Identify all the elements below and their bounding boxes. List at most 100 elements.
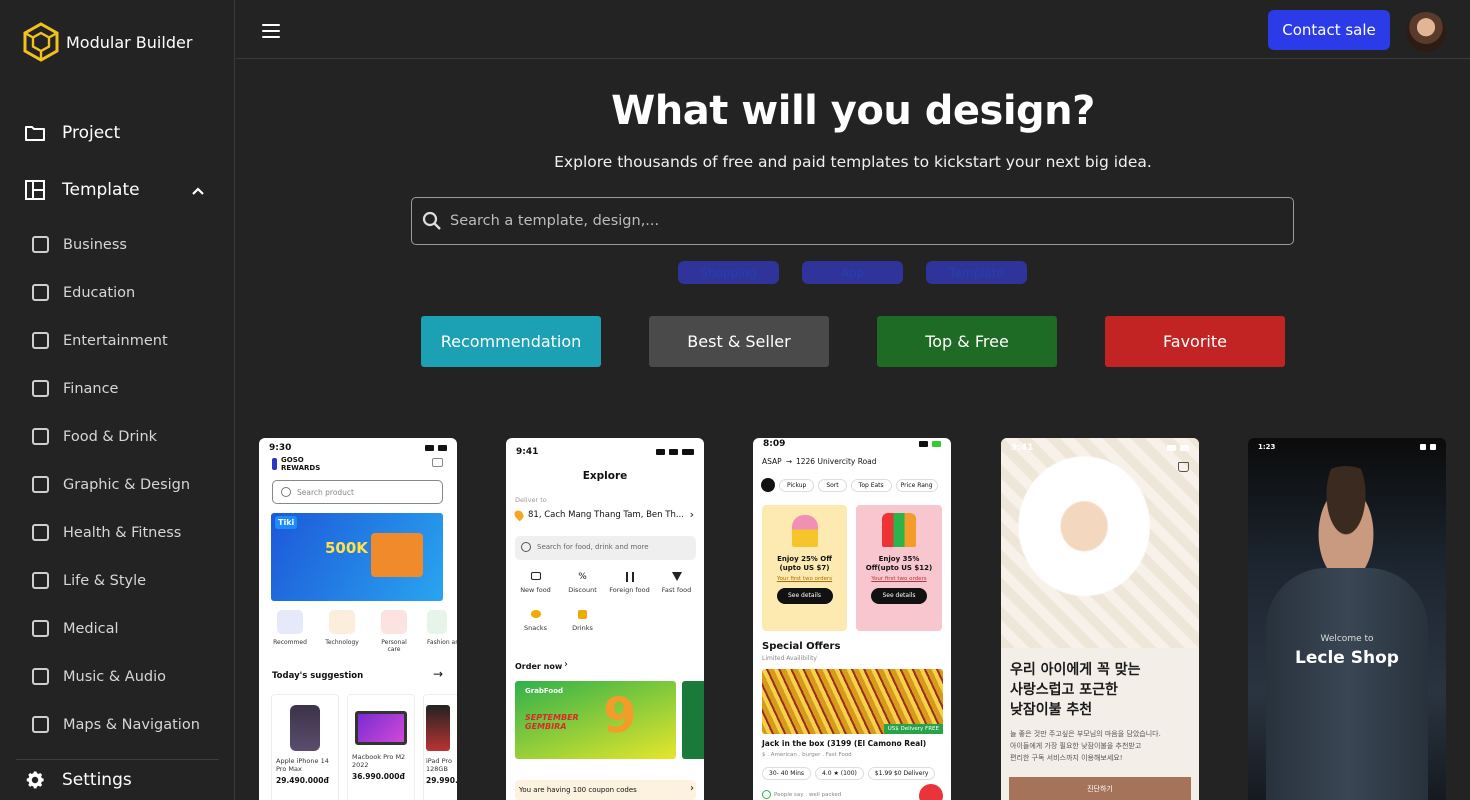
sidebar-item-template[interactable]: Template bbox=[24, 179, 140, 201]
category-graphic-design[interactable]: Graphic & Design bbox=[32, 476, 190, 493]
category-item[interactable]: New food bbox=[512, 572, 559, 594]
category-entertainment[interactable]: Entertainment bbox=[32, 332, 168, 349]
sidebar-item-settings[interactable]: Settings bbox=[24, 769, 132, 791]
diagnose-button[interactable]: 진단하기 bbox=[1009, 777, 1191, 800]
template-card-blanket[interactable]: 9:41 우리 아이에게 꼭 맞는 사랑스럽고 포근한 낮잠이불 추천 늘 좋은… bbox=[1001, 438, 1199, 800]
promo-banner[interactable]: GrabFood SEPTEMBER GEMBIRA 9 bbox=[515, 681, 676, 759]
checkbox[interactable] bbox=[32, 380, 49, 397]
chevron-right-icon[interactable]: › bbox=[564, 659, 568, 670]
category-label: Technology bbox=[325, 639, 359, 646]
category-music-audio[interactable]: Music & Audio bbox=[32, 668, 166, 685]
promo-banner[interactable]: Tiki 500K bbox=[271, 513, 443, 601]
product-card[interactable]: Macbook Pro M2 2022 36.990.000đ bbox=[347, 694, 415, 800]
screen-title: Explore bbox=[582, 470, 628, 482]
button-label: See details bbox=[787, 592, 822, 599]
filter-chip[interactable]: Price Rang bbox=[895, 478, 938, 492]
checkbox[interactable] bbox=[32, 716, 49, 733]
category-item[interactable]: Recommed bbox=[271, 610, 309, 653]
category-item[interactable]: Snacks bbox=[512, 610, 559, 632]
category-item[interactable]: Drinks bbox=[559, 610, 606, 632]
promo-card[interactable]: Enjoy 35% Off(upto US $12) Your first tw… bbox=[856, 505, 942, 631]
food-image[interactable]: US$ Delivery FREE bbox=[762, 669, 943, 734]
avatar[interactable] bbox=[1406, 12, 1446, 52]
category-business[interactable]: Business bbox=[32, 236, 127, 253]
category-item[interactable]: Personal care bbox=[375, 610, 413, 653]
address-to: 1226 Univercity Road bbox=[795, 457, 877, 466]
filter-chip[interactable]: Pickup bbox=[779, 478, 815, 492]
product-card[interactable]: Apple iPhone 14 Pro Max 29.490.000đ bbox=[271, 694, 339, 800]
chevron-up-icon[interactable] bbox=[190, 183, 206, 199]
address-row[interactable]: ASAP → 1226 Univercity Road bbox=[762, 457, 877, 466]
chip-app[interactable]: App bbox=[802, 261, 903, 284]
checkbox[interactable] bbox=[32, 284, 49, 301]
category-health-fitness[interactable]: Health & Fitness bbox=[32, 524, 181, 541]
filter-chip[interactable]: Sort bbox=[818, 478, 847, 492]
category-education[interactable]: Education bbox=[32, 284, 135, 301]
food-categories: New food % Discount Foreign food Fast foo… bbox=[512, 572, 700, 632]
cart-fab[interactable] bbox=[919, 784, 943, 800]
checkbox[interactable] bbox=[32, 572, 49, 589]
chip-shopping[interactable]: Shopping bbox=[678, 261, 779, 284]
page-title: What will you design? bbox=[611, 88, 1095, 134]
filter-recommendation-button[interactable]: Recommendation bbox=[421, 316, 601, 367]
button-label: 진단하기 bbox=[1087, 785, 1113, 793]
see-details-button[interactable]: See details bbox=[871, 588, 927, 604]
product-card[interactable]: iPad Pro 128GB 29.990.0 bbox=[423, 694, 457, 800]
status-time: 9:30 bbox=[269, 443, 292, 453]
checkbox[interactable] bbox=[32, 668, 49, 685]
search-icon bbox=[281, 487, 291, 497]
filter-favorite-button[interactable]: Favorite bbox=[1105, 316, 1285, 367]
category-item[interactable]: % Discount bbox=[559, 572, 606, 594]
filter-top-free-button[interactable]: Top & Free bbox=[877, 316, 1057, 367]
checkbox[interactable] bbox=[32, 236, 49, 253]
checkbox[interactable] bbox=[32, 620, 49, 637]
category-item[interactable]: Fashion an bbox=[427, 610, 457, 653]
category-label: Personal care bbox=[381, 639, 407, 653]
search-box[interactable] bbox=[411, 197, 1294, 245]
category-life-style[interactable]: Life & Style bbox=[32, 572, 146, 589]
category-food-drink[interactable]: Food & Drink bbox=[32, 428, 157, 445]
filter-chip[interactable]: Top Eats bbox=[850, 478, 892, 492]
cart-icon[interactable] bbox=[1178, 462, 1189, 472]
coupon-bar[interactable]: You are having 100 coupon codes bbox=[515, 780, 696, 800]
template-card-explore[interactable]: 9:41 Explore Deliver to 81, Cach Mang Th… bbox=[506, 438, 704, 800]
category-finance[interactable]: Finance bbox=[32, 380, 118, 397]
status-bar: 9:41 bbox=[506, 438, 704, 458]
checkbox[interactable] bbox=[32, 332, 49, 349]
search-field[interactable]: Search for food, drink and more bbox=[515, 536, 696, 560]
promo-banner-next[interactable] bbox=[682, 681, 704, 759]
menu-icon[interactable] bbox=[262, 24, 280, 38]
checkbox[interactable] bbox=[32, 524, 49, 541]
sidebar-item-project[interactable]: Project bbox=[24, 123, 120, 143]
search-input[interactable] bbox=[450, 198, 1270, 244]
category-medical[interactable]: Medical bbox=[32, 620, 119, 637]
arrow-right-icon[interactable]: → bbox=[433, 667, 443, 681]
chevron-right-icon[interactable]: › bbox=[690, 783, 694, 794]
category-label: Fast food bbox=[661, 586, 692, 594]
category-item[interactable]: Technology bbox=[323, 610, 361, 653]
chip-template[interactable]: Template bbox=[926, 261, 1027, 284]
brand[interactable]: Modular Builder bbox=[22, 22, 192, 62]
address-row[interactable]: 81, Cach Mang Thang Tam, Ben Th... bbox=[512, 508, 684, 522]
search-field[interactable]: Search product bbox=[272, 480, 443, 504]
template-card-goso[interactable]: 9:30 GOSO REWARDS Search product Tiki 50… bbox=[259, 438, 457, 800]
category-item[interactable]: Foreign food bbox=[606, 572, 653, 594]
shopping-illustration bbox=[371, 533, 423, 577]
category-label: Music & Audio bbox=[63, 668, 166, 685]
checkbox[interactable] bbox=[32, 428, 49, 445]
category-item[interactable]: Fast food bbox=[653, 572, 700, 594]
category-label: Finance bbox=[63, 380, 119, 397]
checkbox[interactable] bbox=[32, 476, 49, 493]
template-card-offers[interactable]: 8:09 ASAP → 1226 Univercity Road Pickup … bbox=[753, 438, 951, 800]
filter-icon[interactable] bbox=[761, 478, 775, 492]
promo-card[interactable]: Enjoy 25% Off (upto US $7) Your first tw… bbox=[762, 505, 847, 631]
category-maps-navigation[interactable]: Maps & Navigation bbox=[32, 716, 200, 733]
chevron-right-icon[interactable]: › bbox=[690, 508, 694, 521]
filter-best-seller-button[interactable]: Best & Seller bbox=[649, 316, 829, 367]
category-label: Maps & Navigation bbox=[63, 716, 200, 733]
contact-sale-button[interactable]: Contact sale bbox=[1268, 10, 1390, 50]
category-row: Recommed Technology Personal care Fashio… bbox=[271, 610, 457, 653]
template-card-lecle[interactable]: 1:23 Welcome to Lecle Shop bbox=[1248, 438, 1446, 800]
banner-text: SEPTEMBER GEMBIRA bbox=[525, 713, 579, 731]
see-details-button[interactable]: See details bbox=[776, 588, 833, 604]
